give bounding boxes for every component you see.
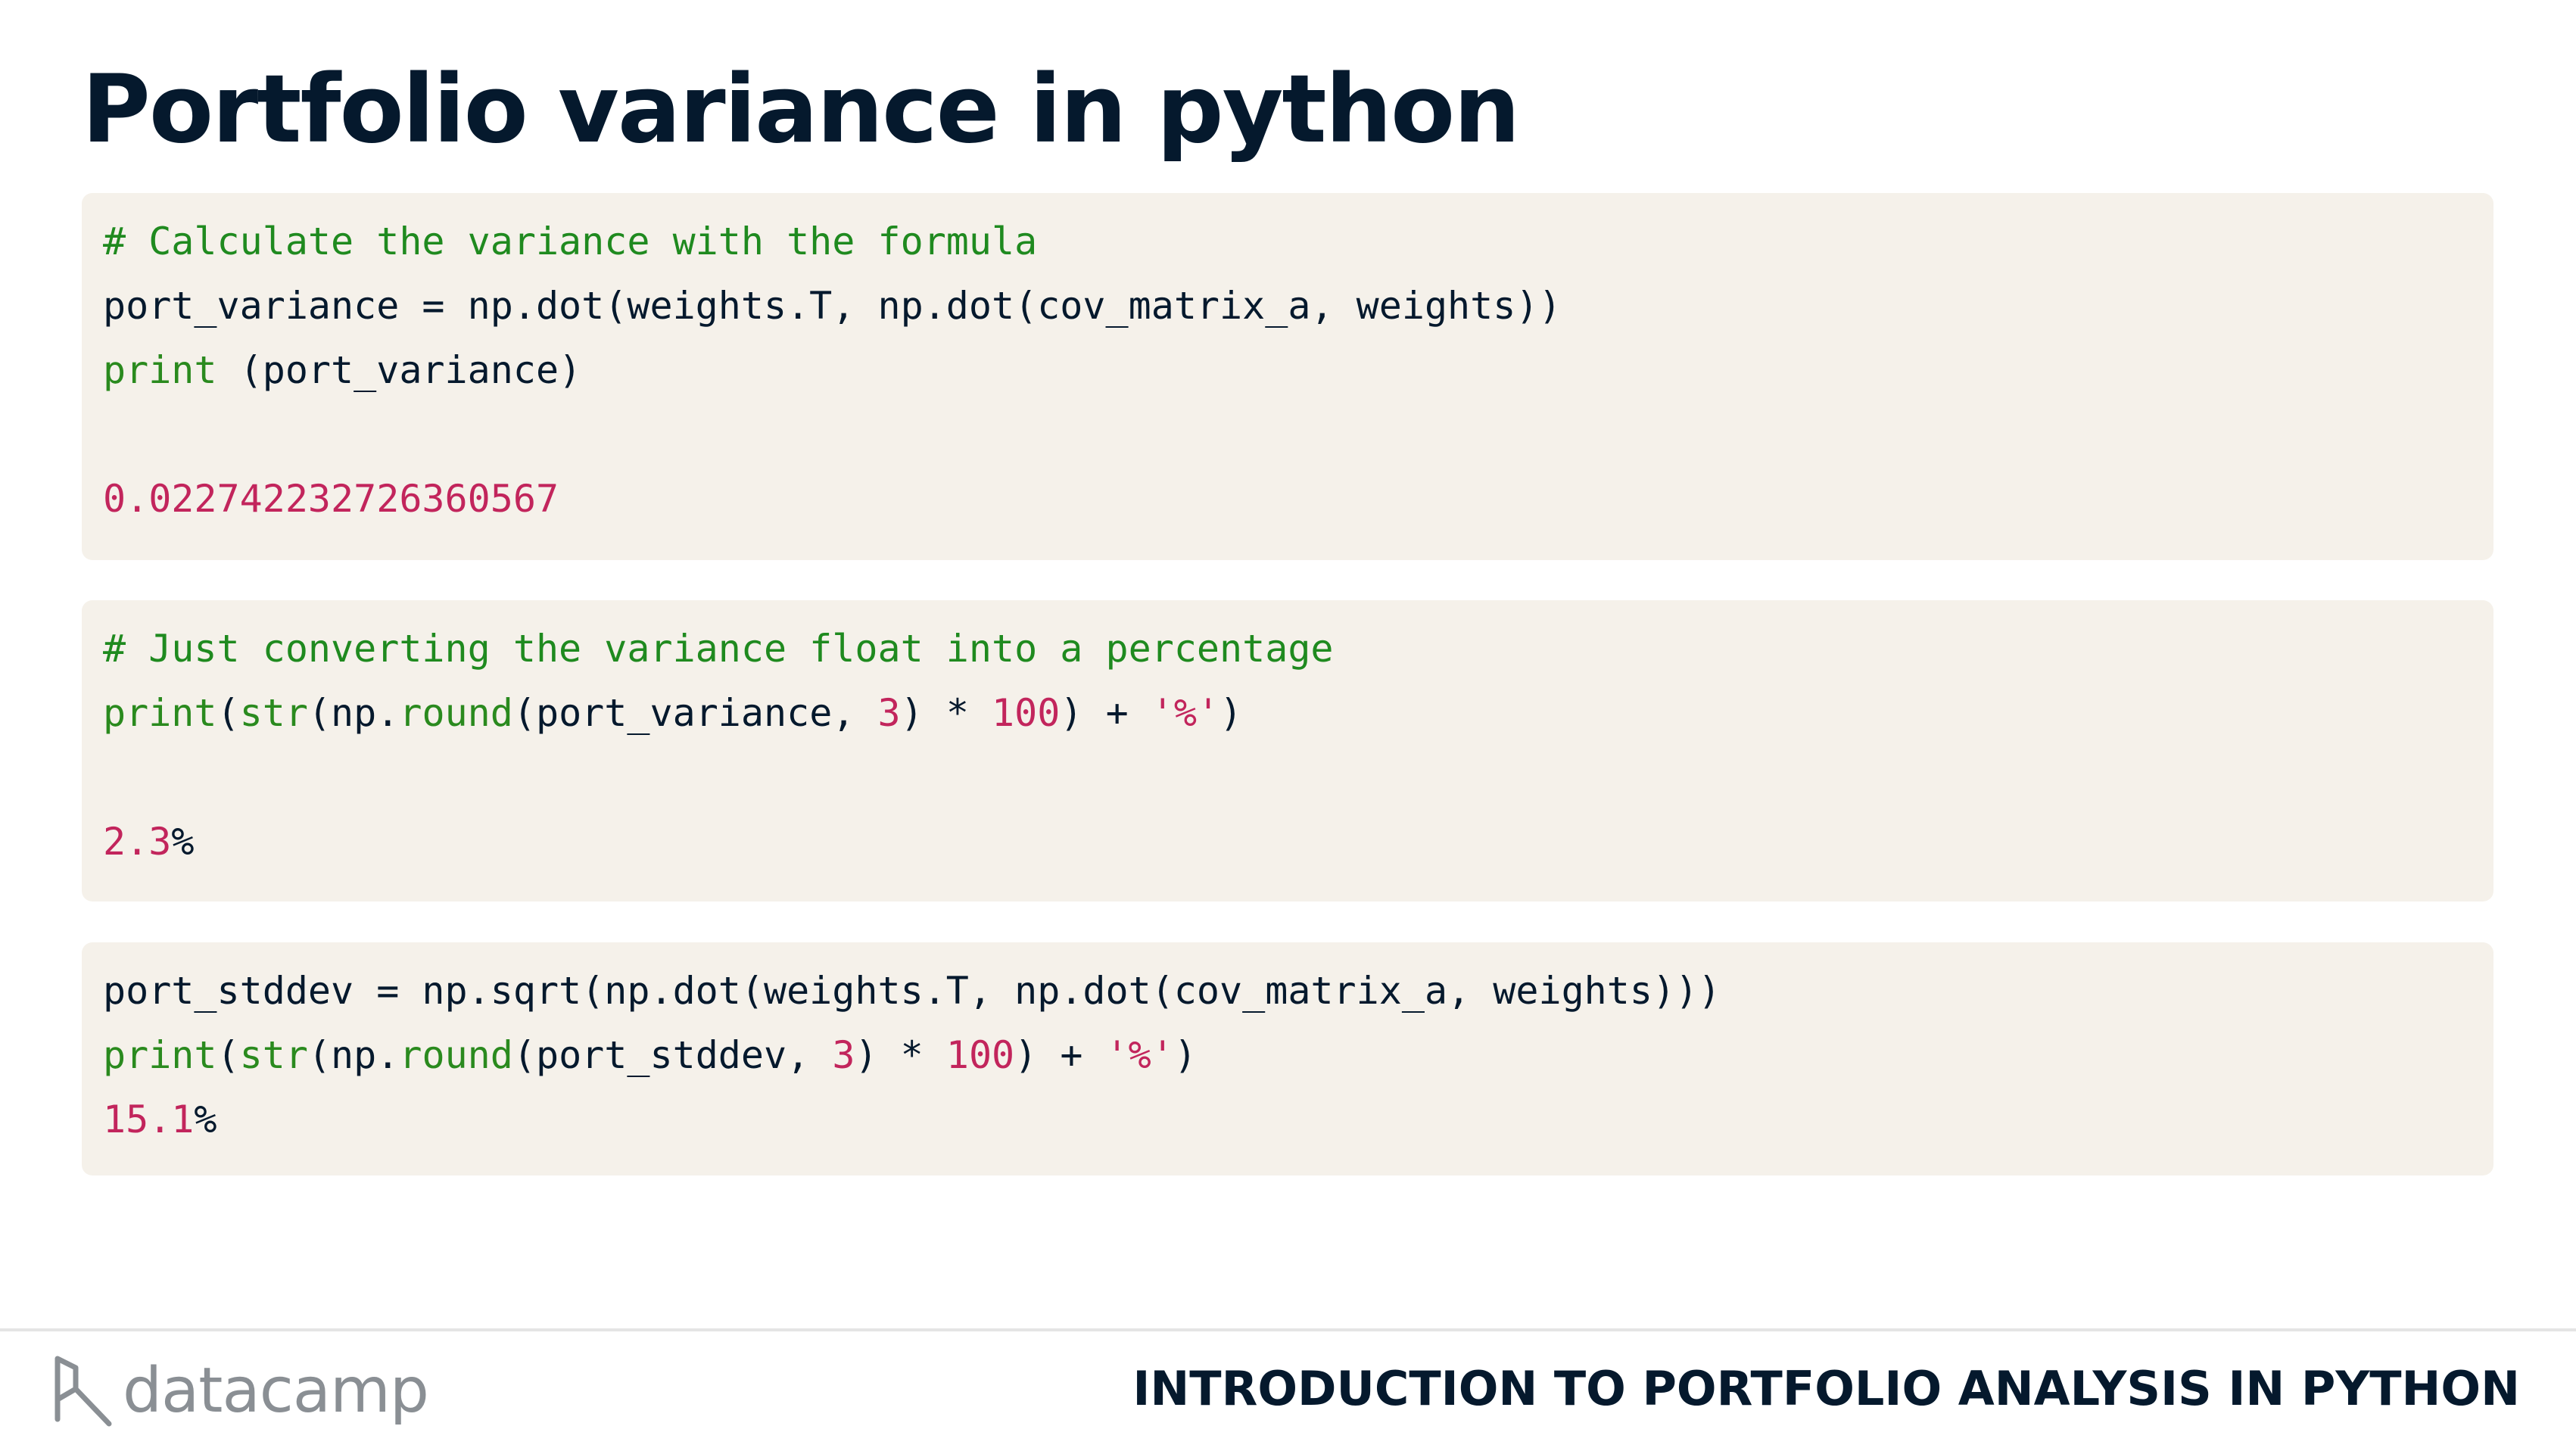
code-line: print (port_variance) [103,338,2493,403]
code-token-plain: (np. [307,691,400,735]
code-token-plain: ) + [1014,1033,1106,1077]
code-token-plain: (port_variance) [216,348,582,392]
code-token-builtin: str [239,691,308,735]
course-title: INTRODUCTION TO PORTFOLIO ANALYSIS IN PY… [1132,1361,2520,1416]
code-token-plain: ) * [900,691,992,735]
code-token-plain: port_stddev = np.sqrt(np.dot(weights.T, … [103,969,1721,1013]
code-token-number: 2.3 [103,820,172,864]
code-line: 15.1% [103,1088,2493,1152]
code-token-plain: % [171,820,195,864]
code-token-plain: ( [216,691,240,735]
code-token-builtin: round [399,691,513,735]
code-line: # Just converting the variance float int… [103,617,2493,681]
code-block-stddev: port_stddev = np.sqrt(np.dot(weights.T, … [82,942,2493,1175]
code-token-plain: ) + [1060,691,1151,735]
code-token-comment: # Just converting the variance float int… [103,627,1334,671]
code-token-builtin: round [399,1033,513,1077]
logo-wordmark: datacamp [123,1354,429,1427]
code-block-percentage: # Just converting the variance float int… [82,600,2493,901]
code-token-comment: # Calculate the variance with the formul… [103,220,1038,263]
slide-title: Portfolio variance in python [82,55,1520,164]
datacamp-logo-icon [55,1356,112,1427]
code-token-number: 15.1 [103,1098,195,1141]
code-token-plain: ( [216,1033,240,1077]
code-token-number: 3 [877,691,901,735]
code-token-number: 3 [832,1033,855,1077]
code-token-plain: ) [1173,1033,1197,1077]
code-token-plain: port_variance = np.dot(weights.T, np.dot… [103,284,1562,328]
code-line: port_stddev = np.sqrt(np.dot(weights.T, … [103,959,2493,1023]
code-token-builtin: print [103,1033,217,1077]
code-line: print(str(np.round(port_stddev, 3) * 100… [103,1023,2493,1088]
code-token-builtin: print [103,348,217,392]
code-token-plain: ) * [855,1033,946,1077]
code-block-variance: # Calculate the variance with the formul… [82,193,2493,560]
code-token-number: 100 [945,1033,1015,1077]
code-line: port_variance = np.dot(weights.T, np.dot… [103,274,2493,338]
code-line: # Calculate the variance with the formul… [103,210,2493,274]
code-token-builtin: str [239,1033,308,1077]
code-token-number: '%' [1105,1033,1174,1077]
code-line: print(str(np.round(port_variance, 3) * 1… [103,681,2493,746]
code-token-plain: (np. [307,1033,400,1077]
code-token-plain: % [194,1098,217,1141]
code-token-number: 100 [992,691,1061,735]
code-token-builtin: print [103,691,217,735]
code-line: 2.3% [103,810,2493,874]
code-token-plain: ) [1219,691,1243,735]
code-token-plain: (port_stddev, [512,1033,833,1077]
footer-divider [0,1328,2576,1331]
datacamp-logo: datacamp [53,1349,429,1432]
code-token-plain: (port_variance, [512,691,878,735]
code-token-number: '%' [1151,691,1220,735]
code-line: 0.022742232726360567 [103,467,2493,531]
code-token-number: 0.022742232726360567 [103,477,559,521]
